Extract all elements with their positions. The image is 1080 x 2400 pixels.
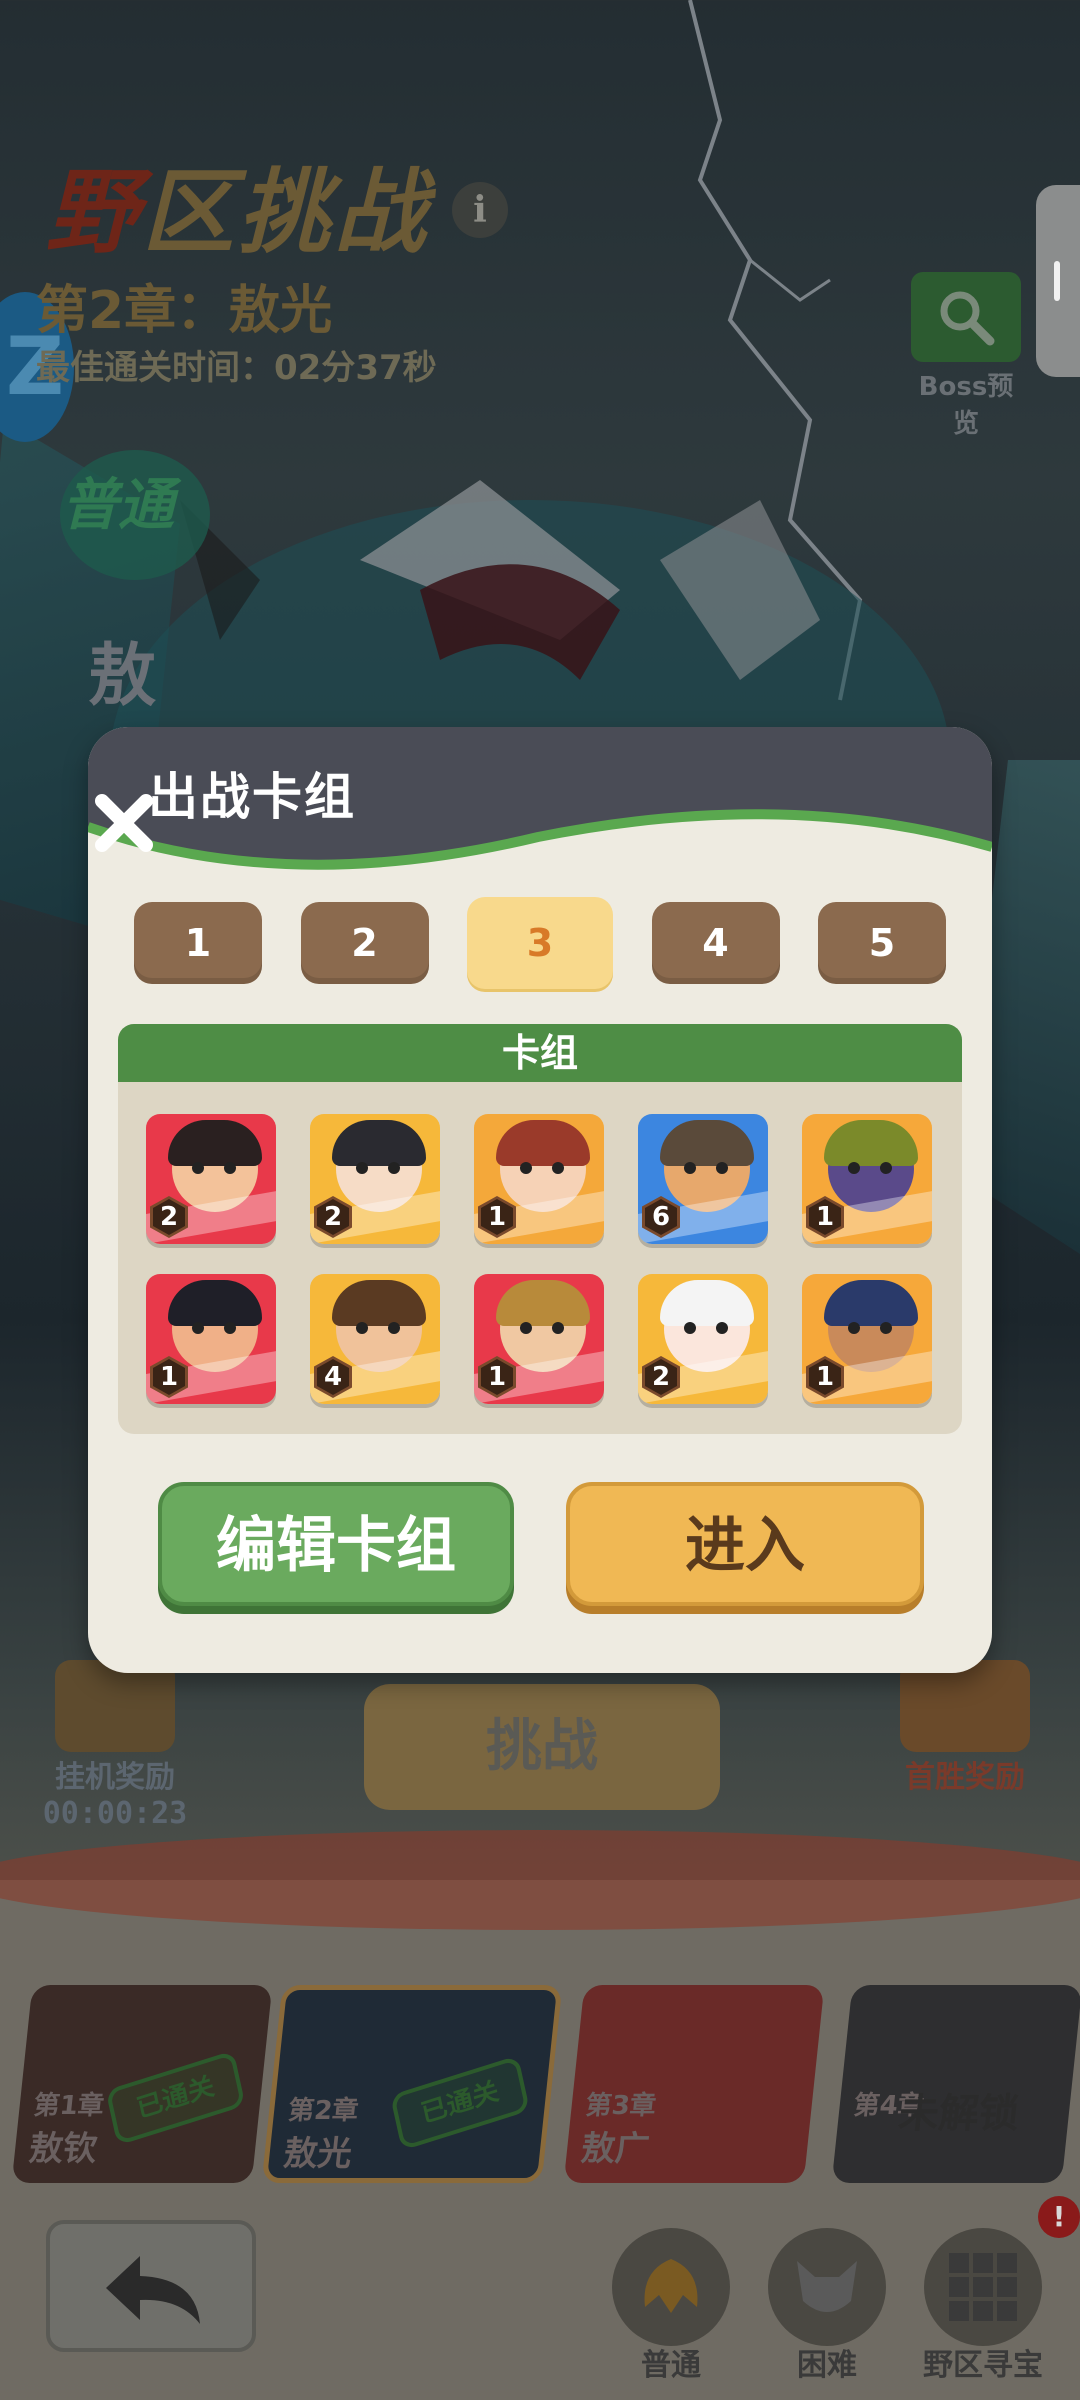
deck-tab-5[interactable]: 5 (818, 902, 946, 984)
first-win-reward-label: 首胜奖励 (905, 1760, 1025, 1795)
card-grid: 2216114121 (146, 1114, 936, 1404)
hero-eye (684, 1162, 696, 1174)
nav-hard[interactable]: 困难 (762, 2228, 892, 2384)
cleared-stamp: 已通关 (105, 2050, 246, 2146)
first-win-chest-icon (900, 1660, 1030, 1752)
chapter-card-3[interactable]: 第3章 敖广 (563, 1985, 825, 2183)
enter-button[interactable]: 进入 (566, 1482, 924, 1606)
hero-eye (192, 1162, 204, 1174)
boss-preview-label: Boss预览 (918, 372, 1014, 439)
hero-card[interactable]: 1 (802, 1274, 932, 1404)
hero-eye (716, 1162, 728, 1174)
chapter-card-2[interactable]: 第2章 敖光 已通关 (261, 1985, 563, 2183)
chapter-card-1[interactable]: 第1章 敖钦 已通关 (11, 1985, 273, 2183)
hero-card[interactable]: 1 (474, 1274, 604, 1404)
hero-card[interactable]: 2 (638, 1274, 768, 1404)
close-icon[interactable] (88, 787, 160, 859)
hero-card[interactable]: 2 (310, 1114, 440, 1244)
hero-eye (848, 1322, 860, 1334)
idle-chest-icon (55, 1660, 175, 1752)
cleared-stamp: 已通关 (390, 2055, 530, 2151)
hero-eye (520, 1322, 532, 1334)
idle-reward-timer: 00:00:23 (42, 1796, 188, 1831)
hero-eye (716, 1322, 728, 1334)
side-drawer-handle[interactable] (1036, 185, 1080, 377)
modal-header: 出战卡组 (88, 727, 992, 887)
hero-eye (848, 1162, 860, 1174)
hero-eye (224, 1162, 236, 1174)
hero-eye (224, 1322, 236, 1334)
chapter-name: 敖光 (281, 2134, 354, 2174)
hero-eye (880, 1322, 892, 1334)
hero-card[interactable]: 1 (802, 1114, 932, 1244)
mode-label: 普通 (62, 473, 174, 538)
nav-normal[interactable]: 普通 (606, 2228, 736, 2384)
chapter-number: 第1章 (32, 2091, 106, 2121)
back-arrow-icon (106, 2256, 200, 2324)
deck-tab-3[interactable]: 3 (467, 897, 613, 989)
deck-tabs: 1 2 3 4 5 (134, 897, 946, 989)
first-win-reward-button[interactable]: 首胜奖励 (880, 1660, 1050, 1796)
page-title: 野区挑战 (46, 159, 431, 266)
hero-eye (880, 1162, 892, 1174)
hero-eye (388, 1162, 400, 1174)
hero-eye (552, 1162, 564, 1174)
idle-reward-button[interactable]: 挂机奖励 00:00:23 (40, 1660, 190, 1831)
info-icon[interactable]: i (452, 182, 508, 238)
demon-mask-icon (768, 2228, 886, 2346)
deck-tab-4[interactable]: 4 (651, 902, 780, 984)
chapter-number: 第2章 (286, 2096, 360, 2126)
deck-tab-2[interactable]: 2 (300, 902, 429, 984)
nav-label: 普通 (641, 2348, 701, 2383)
deck-tab-1[interactable]: 1 (134, 902, 262, 984)
boss-preview-button[interactable]: Boss预览 (906, 272, 1026, 440)
nav-label: 困难 (797, 2348, 857, 2383)
chapter-name: 敖广 (579, 2129, 652, 2169)
hero-eye (552, 1322, 564, 1334)
hero-eye (520, 1162, 532, 1174)
challenge-button[interactable]: 挑战 (364, 1684, 720, 1810)
back-button[interactable] (46, 2220, 256, 2352)
hero-card[interactable]: 1 (146, 1274, 276, 1404)
hero-eye (356, 1322, 368, 1334)
grid-icon (924, 2228, 1042, 2346)
hero-card[interactable]: 1 (474, 1114, 604, 1244)
chapter-title: 第2章：敖光 (36, 281, 333, 341)
hero-eye (356, 1162, 368, 1174)
deck-panel: 卡组 2216114121 (118, 1024, 962, 1434)
magnifier-icon (911, 272, 1021, 362)
notification-badge: ! (1038, 2196, 1080, 2238)
hero-eye (388, 1322, 400, 1334)
nav-treasure[interactable]: 野区寻宝 (918, 2228, 1048, 2384)
edit-deck-button[interactable]: 编辑卡组 (158, 1482, 514, 1606)
hero-card[interactable]: 2 (146, 1114, 276, 1244)
locked-label: 未解锁 (896, 2091, 1022, 2137)
hero-eye (192, 1322, 204, 1334)
hero-eye (684, 1322, 696, 1334)
deck-panel-title: 卡组 (118, 1024, 962, 1082)
nav-label: 野区寻宝 (923, 2348, 1043, 2383)
chapter-name: 敖钦 (27, 2129, 100, 2169)
modal-title: 出战卡组 (148, 768, 356, 826)
best-clear-time: 最佳通关时间：02分37秒 (36, 348, 437, 388)
hero-card[interactable]: 6 (638, 1114, 768, 1244)
boss-name-vertical: 敖 (88, 637, 157, 716)
chapter-number: 第3章 (584, 2091, 658, 2121)
idle-reward-label: 挂机奖励 (55, 1760, 175, 1795)
chapter-card-4[interactable]: 第4章 未解锁 (831, 1985, 1080, 2183)
dragon-gold-icon (612, 2228, 730, 2346)
hero-card[interactable]: 4 (310, 1274, 440, 1404)
deck-select-modal: 出战卡组 1 2 3 4 5 卡组 2216114121 编辑卡组 进入 (88, 727, 992, 1673)
